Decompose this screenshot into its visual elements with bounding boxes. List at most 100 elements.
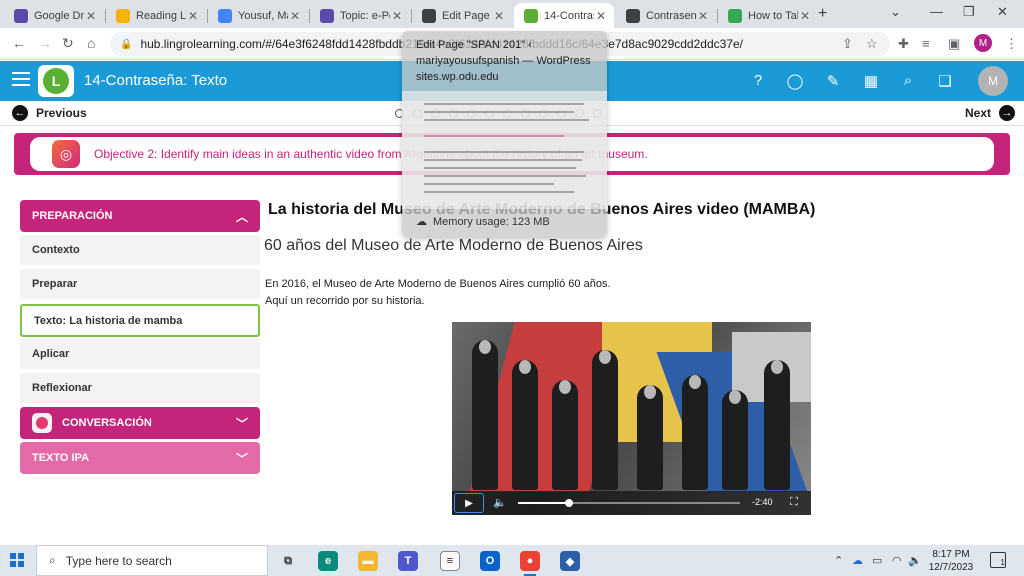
new-tab-button[interactable]: +	[818, 5, 827, 23]
reading-list-icon[interactable]: ≡	[922, 36, 930, 51]
taskbar-clock[interactable]: 8:17 PM 12/7/2023	[922, 548, 980, 574]
share-icon[interactable]: ⇪	[842, 36, 853, 52]
file-explorer-icon[interactable]: ▬	[358, 551, 378, 571]
forward-icon[interactable]: →	[38, 35, 52, 51]
speaker-icon[interactable]: 🔈	[908, 554, 922, 567]
sidebar-item-texto[interactable]: Texto: La historia de mamba	[20, 304, 260, 337]
video-progress-fill	[518, 502, 570, 504]
close-tab-icon[interactable]: ✕	[492, 9, 506, 23]
video-progress-knob[interactable]	[565, 499, 574, 507]
browser-tab[interactable]: 14-Contras ✕	[514, 3, 614, 28]
next-label: Next	[965, 106, 992, 120]
battery-icon[interactable]: ▭	[872, 554, 882, 567]
back-icon[interactable]: ←	[12, 35, 26, 51]
side-panel-icon[interactable]: ▣	[948, 36, 960, 52]
browser-tab[interactable]: Yousuf, Ma ✕	[208, 3, 308, 28]
tab-search-icon[interactable]: ⌄	[890, 4, 901, 20]
fullscreen-icon[interactable]: ⛶	[790, 496, 798, 509]
app-stack-icon[interactable]: ◆	[560, 551, 580, 571]
previous-label: Previous	[36, 106, 87, 120]
onedrive-icon[interactable]: ☁	[852, 554, 863, 567]
sidebar-item-preparar[interactable]: Preparar	[20, 269, 260, 299]
book-icon[interactable]: ❏	[935, 72, 955, 90]
video-figure	[764, 360, 790, 490]
more-menu-icon[interactable]: ⋮	[1005, 36, 1018, 52]
section-conversacion-label: CONVERSACIÓN	[62, 417, 152, 429]
section-preparacion[interactable]: PREPARACIÓN ︿	[20, 200, 260, 232]
page-title: 14-Contraseña: Texto	[84, 72, 228, 89]
browser-tab[interactable]: Contrasen ✕	[616, 3, 716, 28]
restore-button[interactable]: ❐	[963, 4, 975, 20]
browser-tab[interactable]: How to Tal ✕	[718, 3, 818, 28]
minimize-button[interactable]: —	[930, 4, 943, 19]
hamburger-menu-icon[interactable]	[12, 72, 30, 90]
calendar-icon[interactable]: ▦	[861, 72, 881, 90]
next-button[interactable]: Next →	[965, 105, 1016, 121]
docs-icon	[218, 8, 232, 23]
help-icon[interactable]: ?	[748, 72, 768, 89]
search-icon[interactable]: ⌕	[898, 72, 918, 89]
sidebar-item-reflexionar[interactable]: Reflexionar	[20, 373, 260, 403]
reload-icon[interactable]: ↻	[62, 35, 74, 52]
sidebar-item-contexto[interactable]: Contexto	[20, 235, 260, 265]
video-figure	[512, 360, 538, 490]
close-tab-icon[interactable]: ✕	[288, 9, 302, 23]
video-player[interactable]: ▶ 🔈 -2:40 ⛶	[452, 322, 811, 515]
user-avatar[interactable]: M	[978, 66, 1008, 96]
wifi-icon[interactable]: ◠	[892, 554, 902, 567]
taskbar-search-box[interactable]: ⌕ Type here to search	[36, 545, 268, 576]
preview-line	[424, 159, 582, 161]
section-conversacion[interactable]: CONVERSACIÓN ﹀	[20, 407, 260, 439]
video-progress-bar[interactable]	[518, 499, 740, 507]
browser-tab[interactable]: Edit Page " ✕	[412, 3, 512, 28]
play-button[interactable]: ▶	[454, 493, 484, 513]
close-tab-icon[interactable]: ✕	[186, 9, 200, 23]
close-tab-icon[interactable]: ✕	[390, 9, 404, 23]
close-tab-icon[interactable]: ✕	[696, 9, 710, 23]
close-tab-icon[interactable]: ✕	[798, 9, 812, 23]
browser-tab-label: Edit Page "	[442, 9, 492, 22]
chat-icon[interactable]: ◯	[785, 72, 805, 90]
show-hidden-icons[interactable]: ⌃	[834, 554, 843, 567]
browser-tab[interactable]: Topic: e-Po ✕	[310, 3, 410, 28]
hover-card-page-title: Edit Page "SPAN 201" ‹ mariyayousufspani…	[416, 39, 591, 67]
previous-button[interactable]: ← Previous	[12, 105, 87, 121]
preview-line	[424, 167, 576, 169]
video-figure	[771, 360, 783, 374]
drive-icon	[116, 8, 130, 23]
browser-tab[interactable]: Reading Lo✕	[106, 3, 206, 28]
memory-usage-text: Memory usage: 123 MB	[433, 215, 550, 228]
sidebar-item-aplicar[interactable]: Aplicar	[20, 339, 260, 369]
outlook-icon[interactable]: O	[480, 551, 500, 571]
hover-card-domain: sites.wp.odu.edu	[416, 71, 499, 83]
bookmark-star-icon[interactable]: ☆	[866, 36, 878, 52]
browser-tab[interactable]: Google Dri ✕	[4, 3, 104, 28]
notepad-icon[interactable]: ≡	[440, 551, 460, 571]
arrow-left-icon: ←	[12, 105, 28, 121]
preview-line	[424, 175, 586, 177]
extensions-icon[interactable]: ✚	[898, 36, 909, 52]
close-window-button[interactable]: ✕	[997, 4, 1008, 20]
windows-start-icon[interactable]	[10, 553, 24, 567]
edit-icon[interactable]: ✎	[823, 72, 843, 90]
teams-icon[interactable]: T	[398, 551, 418, 571]
browser-tab-strip: Google Dri✕Reading Lo✕Yousuf, Ma✕Topic: …	[0, 0, 1024, 28]
home-icon[interactable]: ⌂	[87, 35, 95, 51]
close-tab-icon[interactable]: ✕	[84, 9, 98, 23]
video-time-remaining: -2:40	[752, 497, 773, 507]
hover-card-preview	[402, 91, 607, 209]
browser-profile-avatar[interactable]: M	[974, 34, 992, 52]
video-figure	[559, 380, 571, 394]
edge-icon[interactable]: e	[318, 551, 338, 571]
chrome-icon[interactable]: ●	[520, 551, 540, 576]
lingro-logo[interactable]: L	[38, 65, 74, 97]
close-tab-icon[interactable]: ✕	[594, 9, 608, 23]
notification-center-icon[interactable]: 1	[990, 552, 1006, 568]
task-view-icon[interactable]: ⧉	[278, 551, 298, 571]
tab-separator	[411, 9, 412, 23]
section-texto-ipa[interactable]: TEXTO IPA ﹀	[20, 442, 260, 474]
tab-separator	[105, 9, 106, 23]
play-icon: ▶	[465, 497, 473, 509]
search-icon: ⌕	[49, 553, 56, 567]
volume-icon[interactable]: 🔈	[493, 496, 507, 509]
